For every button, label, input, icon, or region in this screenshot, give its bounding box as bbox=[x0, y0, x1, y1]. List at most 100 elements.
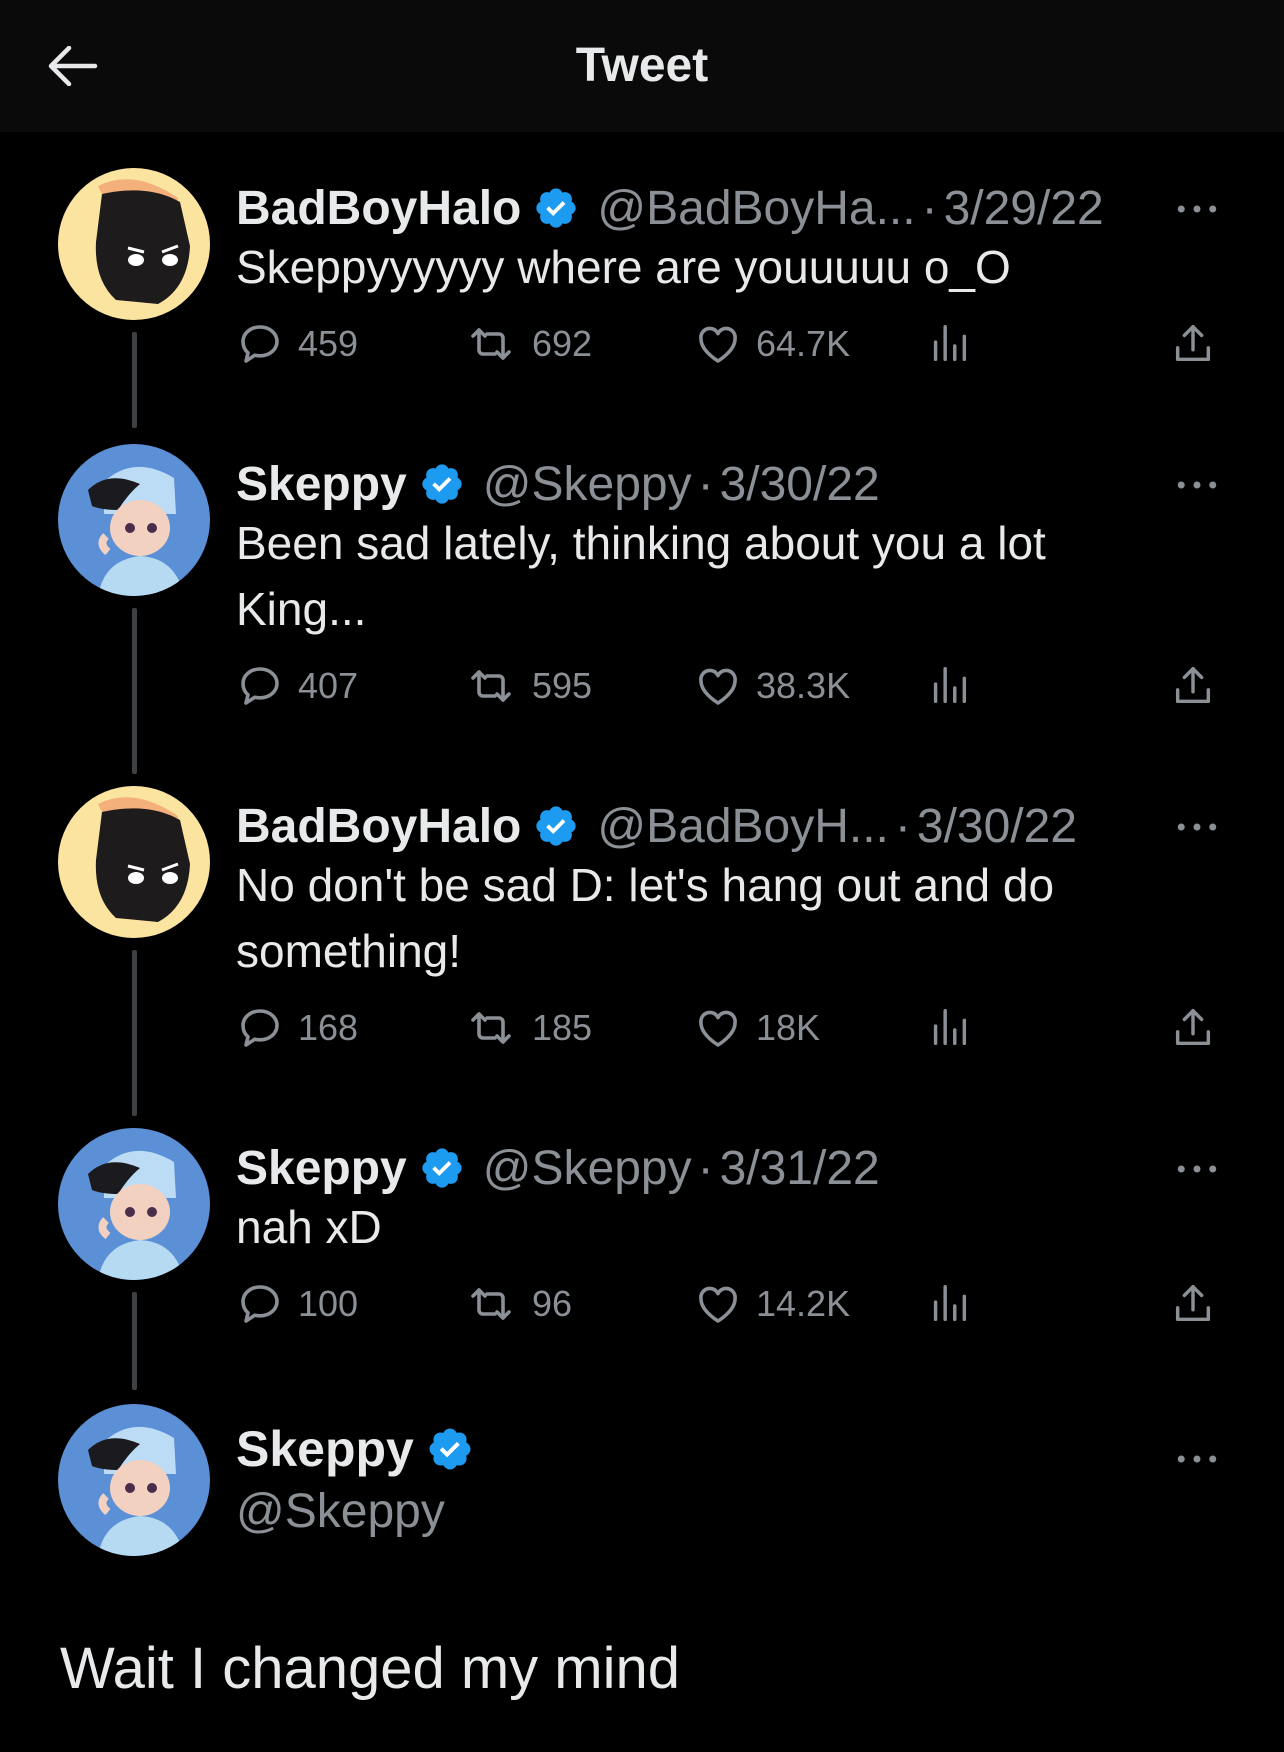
avatar[interactable] bbox=[58, 168, 210, 320]
reply-icon bbox=[236, 1004, 284, 1052]
views-button[interactable] bbox=[926, 316, 986, 372]
like-icon bbox=[694, 1280, 742, 1328]
share-button[interactable] bbox=[1170, 658, 1230, 714]
reply-button[interactable]: 407 bbox=[236, 658, 358, 714]
thread-line bbox=[132, 332, 137, 428]
views-icon bbox=[926, 321, 972, 367]
more-icon[interactable] bbox=[1170, 460, 1224, 510]
reply-button[interactable]: 168 bbox=[236, 1000, 358, 1056]
author-handle[interactable]: @Skeppy bbox=[236, 1484, 445, 1539]
reply-count: 407 bbox=[298, 665, 359, 706]
author-handle[interactable]: @Skeppy bbox=[483, 1141, 692, 1196]
author-handle[interactable]: @BadBoyH... bbox=[597, 799, 889, 854]
reply-button[interactable]: 100 bbox=[236, 1276, 358, 1332]
tweet-text: No don't be sad D: let's hang out and do… bbox=[236, 859, 1055, 977]
author-handle[interactable]: @BadBoyHa... bbox=[597, 181, 915, 236]
tweet-date[interactable]: 3/31/22 bbox=[720, 1141, 880, 1196]
more-icon[interactable] bbox=[1170, 1434, 1224, 1484]
like-count: 18K bbox=[756, 1007, 821, 1048]
tweet-actions: 459 692 64.7K bbox=[236, 316, 1236, 372]
share-icon bbox=[1170, 1281, 1216, 1327]
retweet-icon bbox=[464, 1004, 518, 1052]
like-count: 64.7K bbox=[756, 323, 851, 364]
share-icon bbox=[1170, 1005, 1216, 1051]
retweet-button[interactable]: 96 bbox=[464, 1276, 572, 1332]
tweet-actions: 407 595 38.3K bbox=[236, 658, 1236, 714]
share-icon bbox=[1170, 321, 1216, 367]
verified-icon bbox=[419, 1145, 465, 1191]
like-button[interactable]: 18K bbox=[694, 1000, 820, 1056]
tweet-actions: 100 96 14.2K bbox=[236, 1276, 1236, 1332]
views-icon bbox=[926, 1281, 972, 1327]
views-icon bbox=[926, 663, 972, 709]
share-icon bbox=[1170, 663, 1216, 709]
retweet-button[interactable]: 595 bbox=[464, 658, 592, 714]
share-button[interactable] bbox=[1170, 1000, 1230, 1056]
author-name[interactable]: Skeppy bbox=[236, 1420, 414, 1478]
more-icon[interactable] bbox=[1170, 802, 1224, 852]
author-name[interactable]: BadBoyHalo bbox=[236, 799, 521, 854]
like-count: 38.3K bbox=[756, 665, 851, 706]
tweet-text: nah xD bbox=[236, 1201, 382, 1253]
retweet-count: 692 bbox=[532, 323, 593, 364]
retweet-icon bbox=[464, 1280, 518, 1328]
avatar[interactable] bbox=[58, 1404, 210, 1556]
separator-dot: · bbox=[921, 181, 938, 235]
more-icon[interactable] bbox=[1170, 184, 1224, 234]
separator-dot: · bbox=[697, 1141, 714, 1195]
like-button[interactable]: 38.3K bbox=[694, 658, 850, 714]
share-button[interactable] bbox=[1170, 316, 1230, 372]
views-icon bbox=[926, 1005, 972, 1051]
avatar[interactable] bbox=[58, 444, 210, 596]
verified-icon bbox=[426, 1425, 474, 1473]
tweet-text: Skeppyyyyyy where are youuuuu o_O bbox=[236, 241, 1011, 293]
tweet-text: Been sad lately, thinking about you a lo… bbox=[236, 517, 1046, 635]
author-name[interactable]: Skeppy bbox=[236, 1141, 407, 1196]
top-bar: Tweet bbox=[0, 0, 1284, 132]
retweet-icon bbox=[464, 320, 518, 368]
tweet-date[interactable]: 3/30/22 bbox=[720, 457, 880, 512]
retweet-count: 96 bbox=[532, 1283, 573, 1324]
verified-icon bbox=[533, 185, 579, 231]
retweet-count: 185 bbox=[532, 1007, 593, 1048]
retweet-button[interactable]: 692 bbox=[464, 316, 592, 372]
more-icon[interactable] bbox=[1170, 1144, 1224, 1194]
reply-count: 459 bbox=[298, 323, 359, 364]
avatar[interactable] bbox=[58, 786, 210, 938]
like-count: 14.2K bbox=[756, 1283, 851, 1324]
like-icon bbox=[694, 1004, 742, 1052]
verified-icon bbox=[419, 461, 465, 507]
author-name[interactable]: Skeppy bbox=[236, 457, 407, 512]
main-tweet-text: Wait I changed my mind bbox=[60, 1636, 680, 1701]
like-icon bbox=[694, 320, 742, 368]
like-button[interactable]: 14.2K bbox=[694, 1276, 850, 1332]
tweet-date[interactable]: 3/29/22 bbox=[944, 181, 1104, 236]
reply-button[interactable]: 459 bbox=[236, 316, 358, 372]
separator-dot: · bbox=[894, 799, 911, 853]
like-icon bbox=[694, 662, 742, 710]
views-button[interactable] bbox=[926, 1000, 986, 1056]
thread-line bbox=[132, 950, 137, 1116]
share-button[interactable] bbox=[1170, 1276, 1230, 1332]
thread-line bbox=[132, 1292, 137, 1390]
retweet-count: 595 bbox=[532, 665, 593, 706]
verified-icon bbox=[533, 803, 579, 849]
tweet-actions: 168 185 18K bbox=[236, 1000, 1236, 1056]
views-button[interactable] bbox=[926, 1276, 986, 1332]
thread-line bbox=[132, 608, 137, 774]
reply-count: 100 bbox=[298, 1283, 359, 1324]
views-button[interactable] bbox=[926, 658, 986, 714]
separator-dot: · bbox=[697, 457, 714, 511]
author-name[interactable]: BadBoyHalo bbox=[236, 181, 521, 236]
reply-count: 168 bbox=[298, 1007, 359, 1048]
reply-icon bbox=[236, 1280, 284, 1328]
author-handle[interactable]: @Skeppy bbox=[483, 457, 692, 512]
page-title: Tweet bbox=[575, 39, 709, 92]
like-button[interactable]: 64.7K bbox=[694, 316, 850, 372]
reply-icon bbox=[236, 320, 284, 368]
reply-icon bbox=[236, 662, 284, 710]
tweet-date[interactable]: 3/30/22 bbox=[917, 799, 1077, 854]
retweet-icon bbox=[464, 662, 518, 710]
avatar[interactable] bbox=[58, 1128, 210, 1280]
retweet-button[interactable]: 185 bbox=[464, 1000, 592, 1056]
